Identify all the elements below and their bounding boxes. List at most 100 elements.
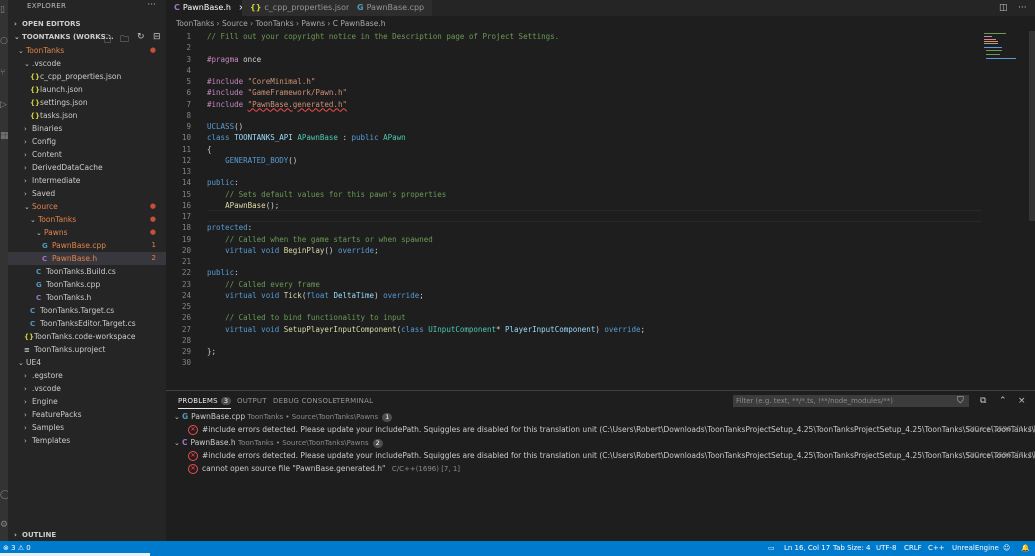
- tree-file[interactable]: {}ToonTanks.code-workspace: [8, 330, 166, 343]
- problem-group-pawnbase-h[interactable]: ⌄ C PawnBase.h ToonTanks • Source\ToonTank…: [174, 436, 383, 449]
- files-icon[interactable]: ▯: [0, 5, 8, 15]
- tree-folder[interactable]: › DerivedDataCache: [8, 161, 166, 174]
- code-line: protected:: [207, 223, 253, 233]
- tree-folder[interactable]: › .vscode: [8, 382, 166, 395]
- tab-size[interactable]: Tab Size: 4: [833, 541, 870, 556]
- tree-folder[interactable]: ⌄ ToonTanks ●: [8, 44, 166, 57]
- encoding[interactable]: UTF-8: [876, 541, 896, 556]
- error-icon: ✕: [188, 464, 198, 474]
- language-mode[interactable]: C++: [928, 541, 945, 556]
- tab-pawnbase-cpp[interactable]: G PawnBase.cpp: [349, 0, 432, 16]
- split-editor-icon[interactable]: ◫: [999, 0, 1008, 16]
- tree-folder[interactable]: › Engine: [8, 395, 166, 408]
- line-number: 10: [181, 133, 191, 143]
- tree-folder[interactable]: › Samples: [8, 421, 166, 434]
- tree-folder[interactable]: ⌄ ToonTanks ●: [8, 213, 166, 226]
- tree-file[interactable]: G PawnBase.cpp 1: [8, 239, 166, 252]
- line-number: 20: [181, 245, 191, 255]
- tree-file[interactable]: {}launch.json: [8, 83, 166, 96]
- outline-section[interactable]: › OUTLINE: [14, 531, 56, 539]
- notifications-icon[interactable]: ▭: [768, 541, 775, 556]
- tree-file[interactable]: G ToonTanks.cpp: [8, 278, 166, 291]
- tree-folder[interactable]: ⌄ Source ●: [8, 200, 166, 213]
- tree-file[interactable]: C ToonTanksEditor.Target.cs: [8, 317, 166, 330]
- filter-icon[interactable]: ⛉: [957, 396, 964, 406]
- problem-item[interactable]: ✕ cannot open source file "PawnBase.gener…: [188, 462, 460, 475]
- more-actions-icon[interactable]: ···: [1018, 0, 1027, 16]
- problem-item[interactable]: ✕ #include errors detected. Please update…: [188, 449, 1035, 462]
- bell-icon[interactable]: 🔔: [1021, 541, 1030, 556]
- tree-folder[interactable]: › Templates: [8, 434, 166, 447]
- tree-file[interactable]: C ToonTanks.h: [8, 291, 166, 304]
- tree-file[interactable]: C ToonTanks.Build.cs: [8, 265, 166, 278]
- tree-folder[interactable]: › Saved: [8, 187, 166, 200]
- modified-dot: ●: [149, 202, 156, 210]
- open-editors-section[interactable]: › OPEN EDITORS: [14, 20, 81, 28]
- cpp-configuration[interactable]: UnrealEngine: [952, 541, 999, 556]
- maximize-panel-icon[interactable]: ⌃: [999, 396, 1007, 406]
- line-number: 16: [181, 200, 191, 210]
- search-icon[interactable]: ○: [0, 36, 8, 46]
- breadcrumb[interactable]: ToonTanks › Source › ToonTanks › Pawns ›…: [176, 17, 385, 31]
- collapse-all-icon[interactable]: ⧉: [980, 396, 986, 406]
- code-line: UCLASS(): [207, 122, 244, 131]
- tree-file[interactable]: {}settings.json: [8, 96, 166, 109]
- problem-count: 1: [151, 241, 156, 249]
- tree-item-label: Config: [32, 137, 57, 146]
- tab-debug-console[interactable]: DEBUG CONSOLE: [273, 397, 337, 405]
- tab-output[interactable]: OUTPUT: [237, 397, 267, 405]
- code-line: GENERATED_BODY(): [225, 155, 298, 165]
- tree-folder[interactable]: › FeaturePacks: [8, 408, 166, 421]
- line-ending[interactable]: CRLF: [904, 541, 922, 556]
- tab-problems[interactable]: PROBLEMS 3: [178, 397, 232, 409]
- status-bar: ⊗ 3 ⚠ 0 ▭ Ln 16, Col 17 Tab Size: 4 UTF-…: [0, 541, 1035, 556]
- minimap[interactable]: [983, 31, 1029, 61]
- line-number: 23: [181, 279, 191, 289]
- account-icon[interactable]: ◯: [0, 490, 8, 500]
- feedback-icon[interactable]: ☺: [1003, 541, 1010, 556]
- cpp-icon: G: [182, 412, 189, 421]
- problems-filter-input[interactable]: Filter (e.g. text, **/*.ts, !**/node_mod…: [733, 395, 969, 407]
- collapse-all-icon[interactable]: ⊟: [153, 32, 161, 42]
- extensions-icon[interactable]: ▦: [0, 131, 8, 141]
- tree-item-label: Templates: [32, 436, 71, 445]
- tab-c-cpp-properties[interactable]: {} c_cpp_properties.json: [242, 0, 351, 16]
- close-panel-icon[interactable]: ×: [1018, 396, 1026, 406]
- workspace-section[interactable]: ⌄ TOONTANKS (WORKS...: [14, 33, 114, 41]
- line-number: 9: [186, 122, 191, 131]
- error-icon: ✕: [188, 451, 198, 461]
- line-number: 18: [181, 223, 191, 233]
- gear-icon[interactable]: ⚙: [0, 520, 8, 530]
- tree-item-label: ToonTanks.h: [46, 293, 92, 302]
- more-actions-icon[interactable]: ···: [147, 0, 156, 10]
- refresh-icon[interactable]: ↻: [137, 32, 145, 42]
- problem-count: 2: [151, 254, 156, 262]
- chevron-right-icon: ›: [24, 437, 27, 445]
- tree-folder[interactable]: ⌄ Pawns ●: [8, 226, 166, 239]
- tree-folder[interactable]: ⌄ UE4: [8, 356, 166, 369]
- tree-file[interactable]: C ToonTanks.Target.cs: [8, 304, 166, 317]
- tree-item-label: ToonTanks.Target.cs: [40, 306, 115, 315]
- tree-file[interactable]: ≡ ToonTanks.uproject: [8, 343, 166, 356]
- problem-item[interactable]: ✕ #include errors detected. Please update…: [188, 423, 1035, 436]
- run-debug-icon[interactable]: ▷: [0, 100, 8, 110]
- vertical-scrollbar[interactable]: [1029, 31, 1035, 221]
- source-control-icon[interactable]: ⑂: [0, 68, 8, 78]
- tab-pawnbase-h[interactable]: CPawnBase.h ×: [166, 0, 245, 16]
- tree-file[interactable]: {}c_cpp_properties.json: [8, 70, 166, 83]
- tree-folder[interactable]: › Intermediate: [8, 174, 166, 187]
- tab-terminal[interactable]: TERMINAL: [336, 397, 373, 405]
- tree-folder[interactable]: ⌄ .vscode: [8, 57, 166, 70]
- tree-file[interactable]: C PawnBase.h 2: [8, 252, 166, 265]
- tree-folder[interactable]: › Content: [8, 148, 166, 161]
- tree-file[interactable]: {}tasks.json: [8, 109, 166, 122]
- tree-folder[interactable]: › Config: [8, 135, 166, 148]
- tree-item-label: Content: [32, 150, 62, 159]
- code-line: virtual void Tick(float DeltaTime) overr…: [225, 290, 424, 300]
- tree-folder[interactable]: › .egstore: [8, 369, 166, 382]
- tree-folder[interactable]: › Binaries: [8, 122, 166, 135]
- problem-group-pawnbase-cpp[interactable]: ⌄ G PawnBase.cpp ToonTanks • Source\ToonTa…: [174, 410, 393, 423]
- line-number: 15: [181, 189, 191, 199]
- cursor-position[interactable]: Ln 16, Col 17: [784, 541, 830, 556]
- line-number: 8: [186, 110, 191, 120]
